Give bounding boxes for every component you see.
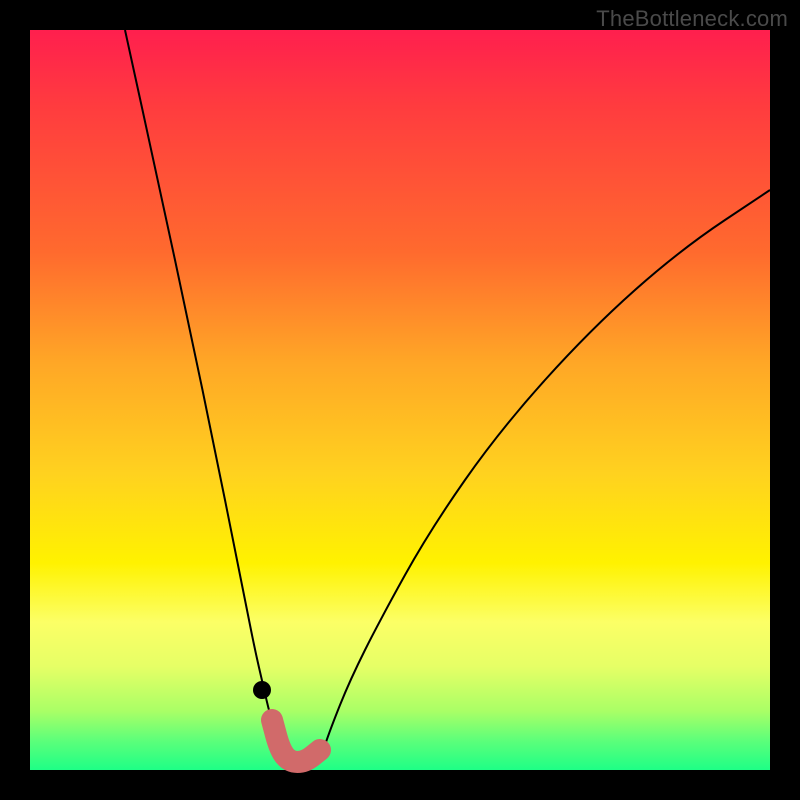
plot-area: [30, 30, 770, 770]
curve-layer: [30, 30, 770, 770]
watermark-text: TheBottleneck.com: [596, 6, 788, 32]
trough-highlight: [272, 720, 320, 762]
right-branch-curve: [320, 190, 770, 760]
left-branch-curve: [125, 30, 285, 765]
chart-frame: TheBottleneck.com: [0, 0, 800, 800]
trough-left-dot: [253, 681, 271, 699]
